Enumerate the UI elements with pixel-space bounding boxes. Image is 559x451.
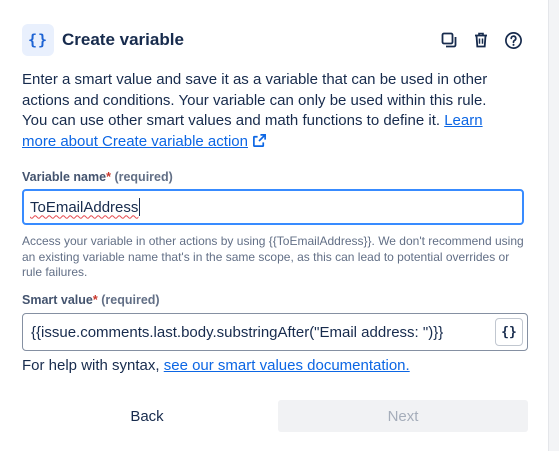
description-text: Enter a smart value and save it as a var… (22, 71, 488, 129)
help-button[interactable] (500, 27, 526, 53)
smart-values-docs-link[interactable]: see our smart values documentation. (164, 357, 410, 374)
next-button[interactable]: Next (278, 400, 528, 432)
help-icon (504, 31, 522, 49)
smart-value-text: {{issue.comments.last.body.substringAfte… (31, 323, 444, 341)
delete-button[interactable] (468, 27, 494, 53)
curly-braces-icon: {} (22, 24, 54, 56)
required-asterisk: * (92, 293, 98, 307)
required-text: (required) (101, 293, 160, 307)
trash-icon (475, 32, 487, 48)
panel-title: Create variable (62, 30, 184, 49)
required-text: (required) (114, 170, 173, 184)
text-caret (139, 198, 141, 216)
panel-header: {} Create variable (22, 22, 526, 58)
create-variable-panel: {} Create variable Enter a smart value a… (0, 0, 549, 451)
back-button[interactable]: Back (22, 400, 272, 432)
smart-value-label: Smart value* (required) (22, 293, 160, 307)
required-asterisk: * (106, 170, 111, 184)
duplicate-button[interactable] (436, 27, 462, 53)
variable-name-input[interactable]: ToEmailAddress (22, 189, 524, 225)
syntax-help: For help with syntax, see our smart valu… (22, 357, 410, 374)
header-actions (436, 27, 526, 53)
curly-braces-icon: {} (501, 324, 517, 340)
variable-name-label: Variable name* (required) (22, 170, 173, 184)
description: Enter a smart value and save it as a var… (22, 70, 502, 152)
variable-name-value: ToEmailAddress (30, 198, 139, 216)
variable-name-help: Access your variable in other actions by… (22, 234, 524, 279)
smart-value-input[interactable]: {{issue.comments.last.body.substringAfte… (22, 313, 528, 351)
external-link-icon (253, 133, 266, 147)
duplicate-icon (441, 32, 457, 48)
insert-smart-value-button[interactable]: {} (495, 318, 523, 346)
